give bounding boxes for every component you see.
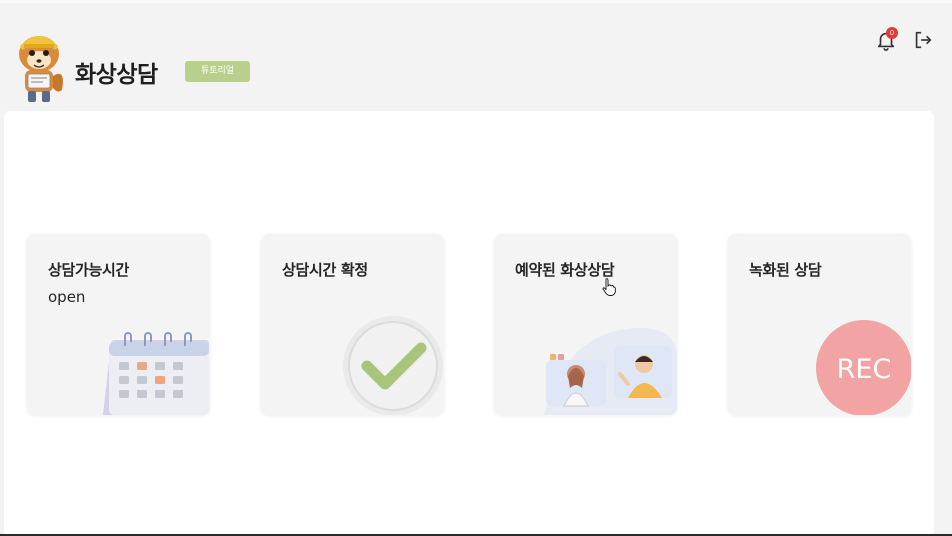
- card-title: 예약된 화상상담: [515, 261, 615, 279]
- pointer-cursor-icon: [602, 278, 616, 296]
- app-title: 화상상담: [75, 62, 158, 88]
- mascot-icon: [19, 36, 63, 102]
- card-title: 녹화된 상담: [749, 261, 822, 279]
- tutorial-button[interactable]: 튜토리얼: [185, 61, 250, 82]
- recorded-consultation-card[interactable]: 녹화된 상담 REC: [728, 234, 911, 415]
- card-title: 상담시간 확정: [282, 261, 368, 279]
- rec-label: REC: [837, 354, 892, 385]
- header: 화상상담 튜토리얼 0: [0, 0, 952, 110]
- notification-count-badge: 0: [886, 27, 898, 39]
- reserved-consultation-card[interactable]: 예약된 화상상담: [494, 234, 677, 415]
- card-status: open: [48, 288, 86, 306]
- rec-icon: REC: [816, 320, 911, 415]
- video-call-icon: [544, 327, 677, 415]
- confirm-time-card[interactable]: 상담시간 확정: [261, 234, 444, 415]
- available-time-card[interactable]: 상담가능시간 open: [27, 234, 210, 415]
- checkmark-icon: [343, 316, 443, 415]
- logout-icon[interactable]: [912, 29, 934, 51]
- calendar-icon: [103, 332, 209, 415]
- card-title: 상담가능시간: [48, 261, 130, 279]
